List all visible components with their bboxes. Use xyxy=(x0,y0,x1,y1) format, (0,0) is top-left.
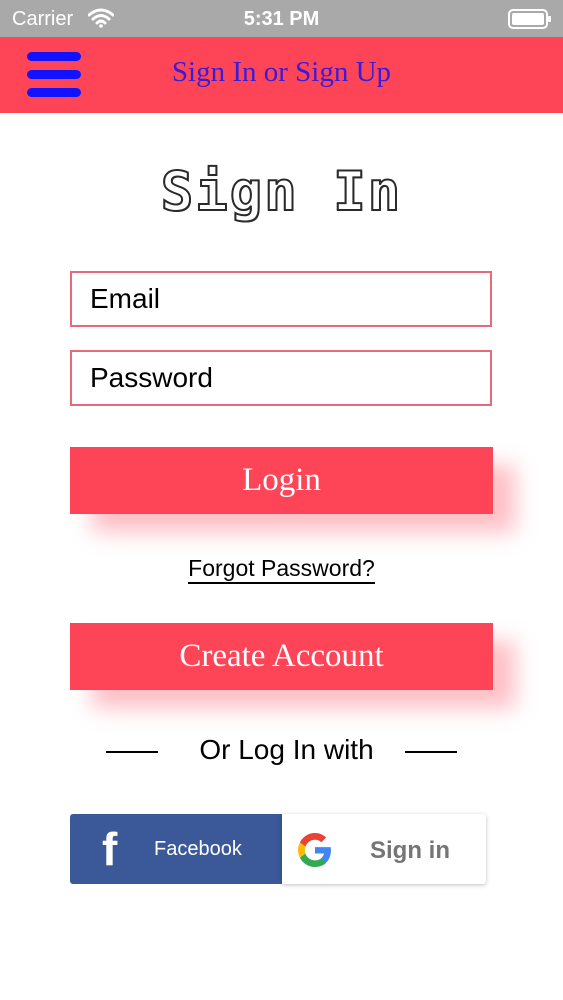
email-field[interactable] xyxy=(70,271,492,327)
google-icon xyxy=(298,833,331,867)
social-divider-text: Or Log In with xyxy=(199,734,374,765)
password-field[interactable] xyxy=(70,350,492,406)
login-button[interactable]: Login xyxy=(70,447,493,514)
forgot-password-link[interactable]: Forgot Password? xyxy=(188,555,375,584)
google-sign-in-label: Sign in xyxy=(370,837,450,864)
divider-line-right xyxy=(405,751,457,753)
google-sign-in-button[interactable]: Sign in xyxy=(282,814,486,884)
header-title: Sign In or Sign Up xyxy=(171,56,392,88)
status-time: 5:31 PM xyxy=(243,8,320,30)
forgot-password-container: Forgot Password? xyxy=(0,555,563,584)
app-header: Sign In or Sign Up xyxy=(0,37,563,113)
facebook-label: Facebook xyxy=(154,838,242,860)
create-account-button[interactable]: Create Account xyxy=(70,623,493,690)
page-title: Sign In xyxy=(160,159,403,224)
status-bar: Carrier 5:31 PM xyxy=(0,0,563,37)
facebook-login-button[interactable]: f Facebook xyxy=(70,814,282,884)
facebook-icon: f xyxy=(102,823,118,875)
hamburger-menu-icon[interactable] xyxy=(27,50,83,100)
battery-icon xyxy=(508,9,551,29)
